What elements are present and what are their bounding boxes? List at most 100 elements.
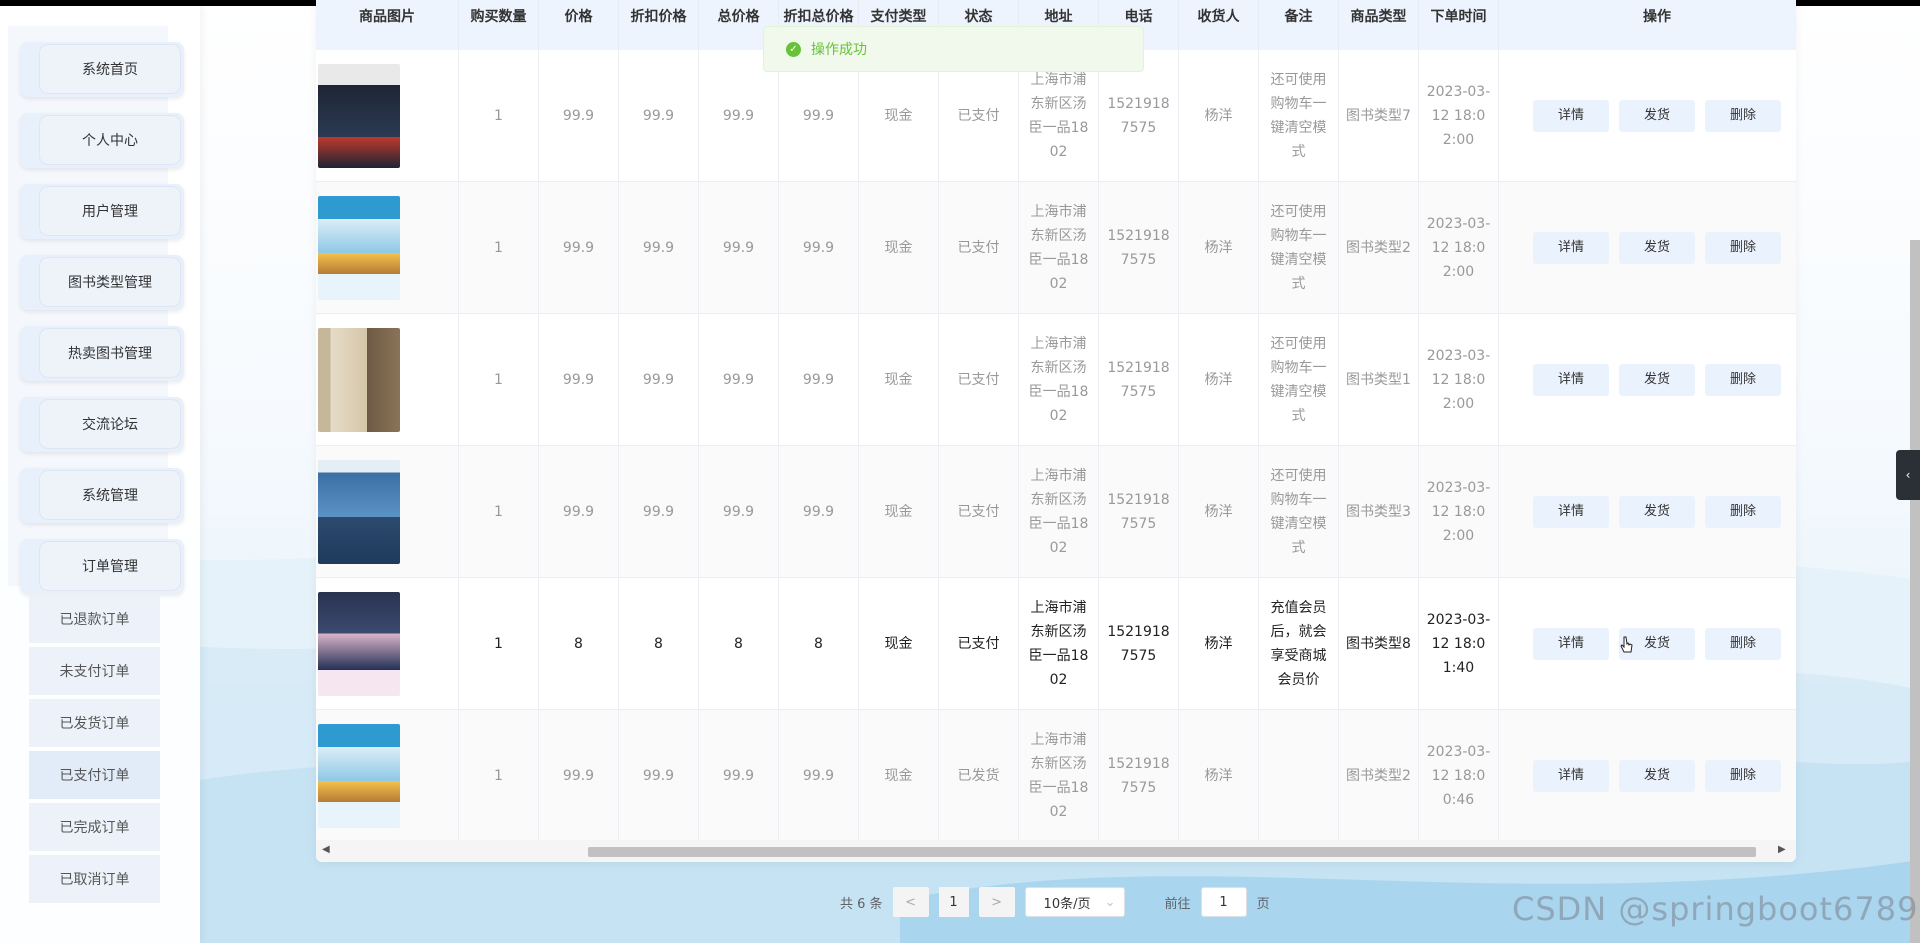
table-row[interactable]: 1 99.9 99.9 99.9 99.9 现金 已支付 上海市浦东新区汤臣一品1802 152… <box>316 314 1796 446</box>
cover-cell <box>316 578 459 710</box>
book-cover-3[interactable] <box>318 328 400 432</box>
receiver-cell: 杨洋 <box>1179 578 1259 710</box>
scroll-right-icon[interactable]: ▶ <box>1778 844 1786 855</box>
delete-button[interactable]: 删除 <box>1705 496 1781 528</box>
detail-button[interactable]: 详情 <box>1533 364 1609 396</box>
table-row[interactable]: 1 99.9 99.9 99.9 99.9 现金 已支付 上海市浦东新区汤臣一品1802 152… <box>316 446 1796 578</box>
ship-button[interactable]: 发货 <box>1619 232 1695 264</box>
sidebar-submenu-item[interactable]: 未支付订单 <box>29 647 160 697</box>
status-cell: 已支付 <box>939 314 1019 446</box>
note-cell: 充值会员后，就会享受商城会员价 <box>1259 578 1339 710</box>
discount-total-cell: 8 <box>779 578 859 710</box>
table-row[interactable]: 1 99.9 99.9 99.9 99.9 现金 已支付 上海市浦东新区汤臣一品1802 152… <box>316 182 1796 314</box>
sidebar-menu-item[interactable]: 个人中心 <box>20 113 184 168</box>
address-cell: 上海市浦东新区汤臣一品1802 <box>1019 446 1099 578</box>
page-number-button[interactable]: 1 <box>938 887 969 917</box>
total-price-cell: 99.9 <box>699 446 779 578</box>
table-row[interactable]: 1 99.9 99.9 99.9 99.9 现金 已发货 上海市浦东新区汤臣一品1802 152… <box>316 710 1796 842</box>
sidebar-submenu-item[interactable]: 已支付订单 <box>29 751 160 801</box>
phone-cell: 15219187575 <box>1099 182 1179 314</box>
sidebar-menu-item[interactable]: 交流论坛 <box>20 397 184 452</box>
sidebar-menu-label: 交流论坛 <box>40 400 180 448</box>
detail-button[interactable]: 详情 <box>1533 628 1609 660</box>
address-cell: 上海市浦东新区汤臣一品1802 <box>1019 314 1099 446</box>
detail-button[interactable]: 详情 <box>1533 496 1609 528</box>
detail-button[interactable]: 详情 <box>1533 760 1609 792</box>
collapse-handle[interactable]: ‹ <box>1896 450 1920 500</box>
detail-button[interactable]: 详情 <box>1533 232 1609 264</box>
sidebar-submenu-item[interactable]: 已完成订单 <box>29 803 160 853</box>
sidebar-menu-item[interactable]: 订单管理 <box>20 539 184 594</box>
discount-total-cell: 99.9 <box>779 710 859 842</box>
column-header: 收货人 <box>1179 0 1259 50</box>
check-circle-icon: ✓ <box>786 41 801 57</box>
discount-price-cell: 99.9 <box>619 182 699 314</box>
scroll-left-icon[interactable]: ◀ <box>322 844 330 855</box>
sidebar-menu-label: 热卖图书管理 <box>40 329 180 377</box>
next-page-button[interactable]: > <box>978 887 1015 917</box>
sidebar-menu-item[interactable]: 热卖图书管理 <box>20 326 184 381</box>
category-cell: 图书类型3 <box>1339 446 1419 578</box>
discount-total-cell: 99.9 <box>779 446 859 578</box>
sidebar-menu-item[interactable]: 系统首页 <box>20 42 184 97</box>
column-header: 下单时间 <box>1419 0 1499 50</box>
delete-button[interactable]: 删除 <box>1705 364 1781 396</box>
vertical-scrollbar[interactable] <box>1910 240 1920 943</box>
cover-cell <box>316 182 459 314</box>
quantity-cell: 1 <box>459 50 539 182</box>
prev-page-button[interactable]: < <box>892 887 929 917</box>
goto-suffix: 页 <box>1256 896 1270 912</box>
sidebar-menu-item[interactable]: 系统管理 <box>20 468 184 523</box>
ship-button[interactable]: 发货 <box>1619 760 1695 792</box>
book-cover-4[interactable] <box>318 460 400 564</box>
sidebar-submenu-item[interactable]: 已发货订单 <box>29 699 160 749</box>
delete-button[interactable]: 删除 <box>1705 760 1781 792</box>
column-header: 备注 <box>1259 0 1339 50</box>
table-row[interactable]: 1 8 8 8 8 现金 已支付 上海市浦东新区汤臣一品1802 15219187575 杨洋 充值… <box>316 578 1796 710</box>
status-cell: 已支付 <box>939 182 1019 314</box>
order-time-cell: 2023-03-12 18:02:00 <box>1419 50 1499 182</box>
note-cell: 还可使用购物车一键清空模式 <box>1259 182 1339 314</box>
price-cell: 99.9 <box>539 182 619 314</box>
page-size-select[interactable]: 10条/页 ⌄ <box>1024 887 1125 917</box>
sidebar-menu-label: 系统首页 <box>40 45 180 93</box>
delete-button[interactable]: 删除 <box>1705 628 1781 660</box>
price-cell: 99.9 <box>539 50 619 182</box>
horizontal-scrollbar[interactable]: ◀ ▶ <box>316 840 1796 862</box>
book-cover-2[interactable] <box>318 196 400 300</box>
goto-page-input[interactable] <box>1200 887 1247 917</box>
sidebar-submenu-item[interactable]: 已取消订单 <box>29 855 160 905</box>
sidebar-menu-item[interactable]: 用户管理 <box>20 184 184 239</box>
sidebar-menu-item[interactable]: 图书类型管理 <box>20 255 184 310</box>
book-cover-5[interactable] <box>318 592 400 696</box>
ship-button[interactable]: 发货 <box>1619 496 1695 528</box>
address-cell: 上海市浦东新区汤臣一品1802 <box>1019 710 1099 842</box>
note-cell: 还可使用购物车一键清空模式 <box>1259 446 1339 578</box>
order-time-cell: 2023-03-12 18:02:00 <box>1419 182 1499 314</box>
payment-type-cell: 现金 <box>859 446 939 578</box>
column-header: 折扣价格 <box>619 0 699 50</box>
delete-button[interactable]: 删除 <box>1705 100 1781 132</box>
sidebar-menu-label: 图书类型管理 <box>40 258 180 306</box>
discount-total-cell: 99.9 <box>779 182 859 314</box>
book-cover-1[interactable] <box>318 64 400 168</box>
sidebar-submenu-item[interactable]: 已退款订单 <box>29 595 160 645</box>
total-price-cell: 8 <box>699 578 779 710</box>
ship-button[interactable]: 发货 <box>1619 100 1695 132</box>
sidebar-menu-label: 个人中心 <box>40 116 180 164</box>
book-cover-2[interactable] <box>318 724 400 828</box>
payment-type-cell: 现金 <box>859 182 939 314</box>
payment-type-cell: 现金 <box>859 314 939 446</box>
category-cell: 图书类型2 <box>1339 182 1419 314</box>
payment-type-cell: 现金 <box>859 578 939 710</box>
horizontal-scroll-thumb[interactable] <box>588 847 1756 857</box>
ship-button[interactable]: 发货 <box>1619 364 1695 396</box>
detail-button[interactable]: 详情 <box>1533 100 1609 132</box>
orders-table: 商品图片 购买数量 价格 折扣价格 总价格 折扣总价格 支付类型 状态 地址 电话 收货人 备注 商品类… <box>316 0 1796 862</box>
column-header: 商品图片 <box>316 0 459 50</box>
price-cell: 99.9 <box>539 314 619 446</box>
actions-cell: 详情 发货 删除 <box>1499 710 1796 842</box>
delete-button[interactable]: 删除 <box>1705 232 1781 264</box>
note-cell <box>1259 710 1339 842</box>
chevron-left-icon: ‹ <box>1905 468 1911 482</box>
